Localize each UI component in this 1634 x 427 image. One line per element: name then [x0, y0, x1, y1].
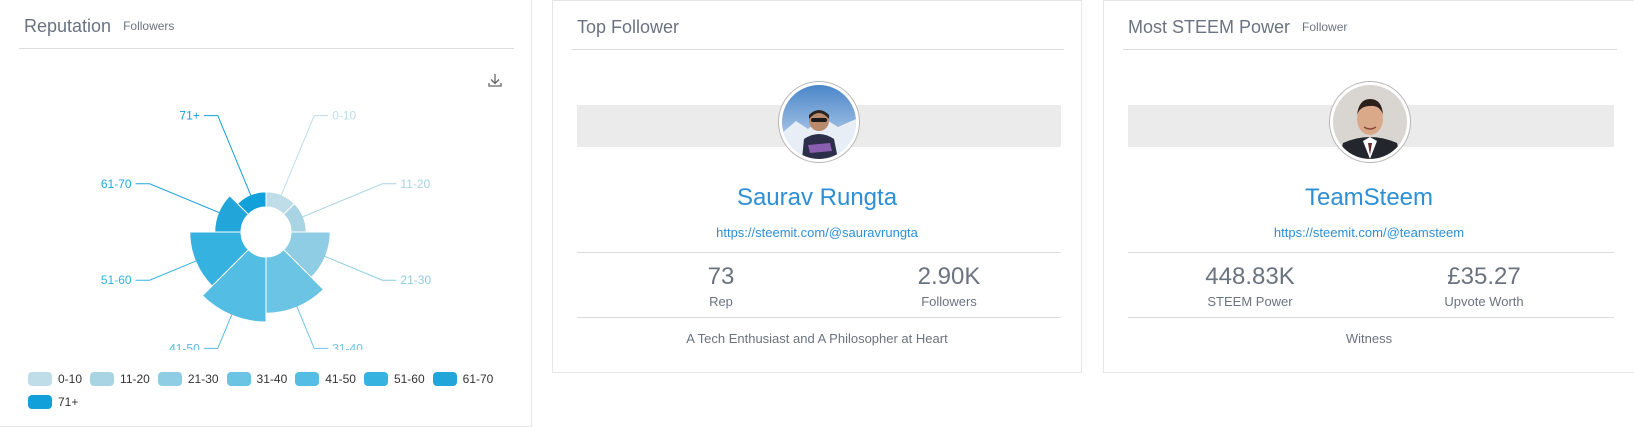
slice-label: 51-60 [101, 273, 132, 287]
reputation-title: Reputation [24, 16, 112, 36]
legend-swatch [226, 372, 251, 386]
avatar[interactable] [1329, 81, 1411, 163]
leader-line [135, 183, 221, 214]
legend-label: 61-70 [462, 372, 494, 386]
slice-label: 41-50 [169, 341, 200, 350]
top-follower-title: Top Follower [577, 17, 680, 37]
slice-label: 71+ [179, 110, 199, 123]
legend-swatch [90, 372, 115, 386]
legend-swatch [295, 372, 320, 386]
slice-label: 31-40 [332, 341, 363, 350]
stat-value: 2.90K [917, 263, 981, 290]
avatar-image [1333, 85, 1407, 159]
slice-label: 61-70 [101, 177, 132, 191]
legend-label: 21-30 [187, 372, 219, 386]
legend-label: 31-40 [256, 372, 288, 386]
follower-profile-link[interactable]: https://steemit.com/@sauravrungta [553, 225, 1081, 240]
follower-name[interactable]: Saurav Rungta [553, 184, 1081, 212]
divider [1128, 252, 1614, 253]
follower-bio: A Tech Enthusiast and A Philosopher at H… [686, 331, 948, 346]
stat-value: 73 [707, 263, 735, 290]
stat-label: Followers [921, 294, 977, 309]
card-title: Reputation Followers [24, 16, 174, 37]
reputation-chart: 0-10 11-20 21-30 31-40 41-50 51-60 61-70 71+ [101, 110, 432, 350]
follower-name[interactable]: TeamSteem [1104, 184, 1634, 212]
divider [1128, 317, 1614, 318]
stat-label: Rep [709, 294, 733, 309]
legend-label: 11-20 [120, 372, 150, 386]
card-header: Most STEEM Power Follower [1123, 1, 1617, 50]
legend-swatch [363, 372, 388, 386]
follower-profile-link[interactable]: https://steemit.com/@teamsteem [1104, 225, 1634, 240]
stat-rep: 73 Rep [621, 263, 821, 309]
stat-value: £35.27 [1447, 263, 1521, 290]
leader-line [135, 259, 198, 281]
legend-item-41-50[interactable]: 41-50 [295, 372, 356, 386]
legend-label: 0-10 [58, 372, 83, 386]
download-icon[interactable] [487, 72, 503, 88]
legend-label: 41-50 [325, 372, 356, 386]
slice-label: 0-10 [332, 110, 356, 123]
divider [577, 317, 1061, 318]
stat-steem-power: 448.83K STEEM Power [1150, 263, 1350, 309]
leader-line [301, 183, 397, 218]
most-steem-power-card: Most STEEM Power Follower TeamSteem https… [1103, 0, 1634, 373]
leader-line [280, 115, 329, 197]
leader-line [203, 313, 233, 349]
legend-swatch [432, 372, 457, 386]
top-follower-card: Top Follower Saurav Rungta https://steem… [552, 0, 1082, 373]
divider [577, 252, 1061, 253]
card-header: Reputation Followers [19, 0, 514, 49]
most-sp-title: Most STEEM Power [1128, 17, 1291, 37]
legend-label: 71+ [58, 395, 79, 409]
legend-item-71+[interactable]: 71+ [28, 395, 78, 409]
stat-followers: 2.90K Followers [849, 263, 1049, 309]
stat-value: 448.83K [1205, 263, 1295, 290]
legend-swatch [157, 372, 182, 386]
avatar-image [782, 85, 856, 159]
legend-swatch [28, 372, 52, 386]
stat-upvote-worth: £35.27 Upvote Worth [1384, 263, 1584, 309]
legend-item-0-10[interactable]: 0-10 [28, 372, 82, 386]
slice-label: 11-20 [400, 177, 430, 191]
legend-item-21-30[interactable]: 21-30 [157, 372, 219, 386]
legend-swatch [28, 395, 52, 409]
legend-item-51-60[interactable]: 51-60 [363, 372, 425, 386]
chart-legend: 0-10 11-20 21-30 31-40 41-50 51-60 61-70 71+ [28, 372, 518, 418]
card-title: Top Follower [577, 17, 679, 38]
follower-bio: Witness [1345, 331, 1393, 346]
legend-item-31-40[interactable]: 31-40 [226, 372, 288, 386]
avatar[interactable] [778, 81, 860, 163]
leader-line [203, 115, 252, 197]
slice-label: 21-30 [400, 273, 431, 287]
most-sp-subtitle: Follower [1302, 20, 1348, 34]
card-title: Most STEEM Power Follower [1128, 17, 1347, 38]
reputation-card: Reputation Followers 0-10 11-20 21-30 31-40 4… [0, 0, 532, 427]
reputation-subtitle: Followers [123, 19, 175, 33]
stat-label: STEEM Power [1207, 294, 1293, 309]
leader-line [323, 255, 397, 281]
legend-label: 51-60 [393, 372, 425, 386]
leader-line [295, 305, 329, 349]
legend-item-61-70[interactable]: 61-70 [432, 372, 494, 386]
legend-item-11-20[interactable]: 11-20 [90, 372, 150, 386]
card-header: Top Follower [572, 1, 1064, 50]
stat-label: Upvote Worth [1444, 294, 1524, 309]
